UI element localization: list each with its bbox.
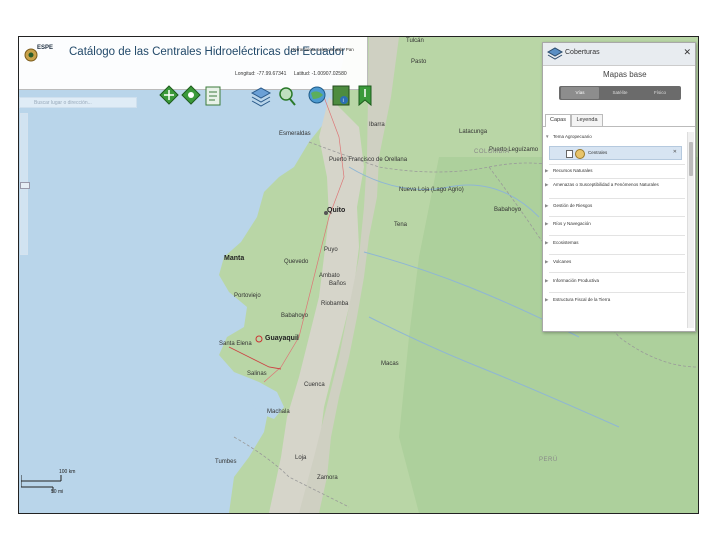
map-label-city: Latacunga [459, 129, 488, 135]
basemap-button-vias[interactable]: Vías [561, 87, 599, 99]
layer-list: ▼ Tema Agropecuario Centrales ✕ ▶ Recursos… [545, 132, 685, 328]
tab-capas[interactable]: Capas [545, 114, 571, 127]
basemap-title: Mapas base [603, 70, 647, 79]
layer-item-label: Información Productiva [553, 278, 600, 283]
sublayer-item[interactable]: Centrales ✕ [549, 146, 682, 160]
layer-item[interactable]: ▶ Estructura Fiscal de la Tierra [545, 297, 685, 303]
layer-item-label: Tema Agropecuario [553, 134, 592, 139]
latitude-readout: Latitud: -1.00907.02580 [293, 71, 347, 77]
panel-tabs: Capas Leyenda [543, 112, 695, 127]
print-map-icon[interactable] [201, 83, 225, 113]
search-input[interactable]: Buscar lugar o dirección... [19, 97, 137, 108]
layer-item-label: Volcanes [553, 259, 572, 264]
globe-info-icon[interactable] [305, 83, 329, 113]
basemap-selector: Vías Satélite Físico [559, 86, 681, 100]
scrollbar-thumb[interactable] [689, 142, 693, 176]
tab-leyenda[interactable]: Leyenda [571, 114, 603, 126]
map-frame: Tulcán Pasto Ibarra Esmeraldas Puerto Fr… [18, 36, 699, 514]
layers-stack-icon [547, 47, 563, 60]
map-label-city: Puerto Francisco de Orellana [329, 157, 408, 163]
search-map-icon[interactable] [275, 83, 299, 113]
map-scale: 100 km 50 mi [21, 469, 81, 499]
coverage-panel: Coberturas ✕ Mapas base Vías Satélite Fí… [542, 42, 696, 332]
basemap-button-fisico[interactable]: Físico [641, 87, 679, 99]
hydro-plant-icon [575, 149, 585, 159]
map-label-city: Pasto [411, 59, 427, 65]
layer-item[interactable]: ▶ Volcanes [545, 259, 685, 265]
map-label-city: Baños [329, 281, 347, 287]
map-label-city: Tumbes [215, 459, 237, 465]
map-label-city: Riobamba [321, 301, 349, 307]
pan-tool-icon[interactable] [157, 83, 181, 113]
layer-item[interactable]: ▼ Tema Agropecuario [545, 134, 685, 139]
layer-item-label: Gestión de Riesgos [553, 203, 593, 208]
selected-tool-label: Herramienta seleccionada: Pan [291, 47, 354, 52]
identify-icon[interactable]: i [329, 83, 353, 113]
full-extent-icon[interactable] [179, 83, 203, 113]
map-label-city: Macas [381, 361, 399, 367]
scale-mi-label: 50 mi [51, 489, 64, 495]
map-label-city: Zamora [317, 475, 338, 481]
map-label-country: PERÚ [539, 457, 558, 463]
layer-item[interactable]: ▶ Ríos y Navegación [545, 221, 685, 227]
panel-title: Coberturas [565, 49, 600, 56]
map-label-city: Quito [327, 207, 346, 214]
map-label-city: Ambato [319, 273, 340, 279]
map-label-city: Tulcán [406, 38, 424, 44]
layer-item-label: Ríos y Navegación [553, 221, 591, 226]
longitude-readout: Longitud: -77.99.67341 [235, 71, 287, 77]
map-label-city: Machala [267, 409, 290, 415]
map-label-city: Manta [224, 255, 245, 262]
zoom-slider[interactable] [20, 113, 30, 255]
logo-text: ESPE [37, 45, 54, 51]
svg-text:i: i [343, 98, 344, 104]
map-label-city: Salinas [247, 371, 267, 377]
zoom-slider-handle[interactable] [20, 182, 30, 189]
layer-item[interactable]: ▶ Información Productiva [545, 278, 685, 284]
map-label-city: Nueva Loja (Lago Agrio) [399, 187, 464, 193]
panel-header: Coberturas ✕ [543, 43, 695, 66]
map-label-city: Quevedo [284, 259, 309, 265]
close-icon[interactable]: ✕ [683, 47, 691, 58]
basemap-button-satelite[interactable]: Satélite [601, 87, 639, 99]
map-label-city: Babahoyo [281, 313, 309, 319]
sublayer-label: Centrales [588, 150, 608, 155]
layer-item-label: Estructura Fiscal de la Tierra [553, 297, 611, 302]
map-label-city: Babahoyo [494, 207, 522, 213]
bookmark-icon[interactable] [353, 83, 377, 113]
map-label-city: Santa Elena [219, 341, 252, 347]
scale-km-label: 100 km [59, 469, 76, 475]
layer-item-label: Ecosistemas [553, 240, 579, 245]
layer-item-label: Recursos Naturales [553, 168, 593, 173]
layer-item[interactable]: ▶ Recursos Naturales [545, 168, 685, 174]
layer-list-scrollbar[interactable] [687, 132, 694, 328]
map-label-city: Guayaquil [265, 335, 299, 342]
map-label-country: COLOMBIA [474, 149, 510, 155]
map-label-city: Esmeraldas [279, 131, 311, 137]
layer-checkbox[interactable] [566, 150, 573, 158]
map-label-city: Cuenca [304, 382, 325, 388]
map-label-city: Ibarra [369, 122, 385, 128]
layer-item[interactable]: ▶ Amenazas o Susceptibilidad a Fenómenos … [545, 182, 685, 188]
map-label-city: Portoviejo [234, 293, 261, 299]
layer-item[interactable]: ▶ Ecosistemas [545, 240, 685, 246]
map-label-city: Tena [394, 222, 408, 228]
map-label-city: Loja [295, 455, 307, 461]
layer-item-label: Amenazas o Susceptibilidad a Fenómenos N… [553, 182, 659, 187]
coordinates-readout: Longitud: -77.99.67341 Latitud: -1.00907… [235, 71, 353, 77]
layers-icon[interactable] [249, 83, 273, 113]
map-label-city: Puyo [324, 247, 338, 253]
layer-item[interactable]: ▶ Gestión de Riesgos [545, 203, 685, 209]
remove-layer-icon[interactable]: ✕ [673, 149, 677, 155]
